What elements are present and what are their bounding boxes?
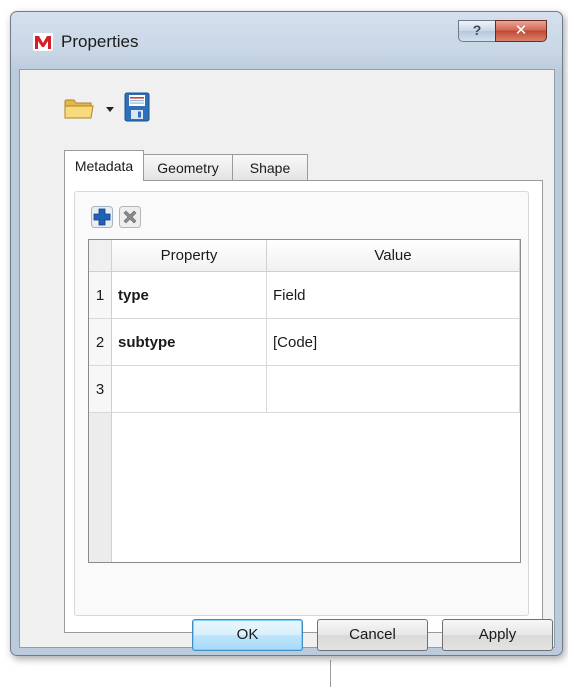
folder-open-icon[interactable] xyxy=(64,96,94,120)
row-number[interactable]: 2 xyxy=(89,319,112,366)
table-cell-value[interactable] xyxy=(267,366,520,413)
properties-table: Property Value 1 type Field 2 subtype [C… xyxy=(88,239,521,563)
close-button[interactable]: ✕ xyxy=(495,20,547,42)
metadata-panel: Property Value 1 type Field 2 subtype [C… xyxy=(64,180,543,633)
desktop-divider xyxy=(330,660,331,687)
properties-dialog: Properties ? ✕ Metadata Geometry Shape P… xyxy=(10,11,563,656)
properties-group: Property Value 1 type Field 2 subtype [C… xyxy=(74,191,529,616)
tab-shape[interactable]: Shape xyxy=(232,154,308,180)
ok-button[interactable]: OK xyxy=(192,619,303,651)
column-header-value[interactable]: Value xyxy=(267,240,520,272)
table-cell-property[interactable] xyxy=(112,366,267,413)
row-number[interactable]: 1 xyxy=(89,272,112,319)
chevron-down-icon[interactable] xyxy=(106,107,114,112)
plus-icon[interactable] xyxy=(91,206,113,228)
help-icon: ? xyxy=(472,22,482,38)
table-cell-property[interactable]: subtype xyxy=(112,319,267,366)
cancel-button[interactable]: Cancel xyxy=(317,619,428,651)
tab-geometry[interactable]: Geometry xyxy=(143,154,233,180)
dialog-body: Metadata Geometry Shape Property Value 1… xyxy=(19,69,555,651)
table-cell-property[interactable]: type xyxy=(112,272,267,319)
title-bar[interactable]: Properties ? ✕ xyxy=(11,12,562,70)
delete-x-icon[interactable] xyxy=(119,206,141,228)
row-number[interactable]: 3 xyxy=(89,366,112,413)
floppy-save-icon[interactable] xyxy=(124,92,150,122)
apply-button[interactable]: Apply xyxy=(442,619,553,651)
desktop: Properties ? ✕ Metadata Geometry Shape P… xyxy=(0,0,568,687)
close-icon: ✕ xyxy=(514,22,528,39)
app-logo-icon xyxy=(33,33,53,51)
help-button[interactable]: ? xyxy=(458,20,496,42)
table-corner[interactable] xyxy=(89,240,112,272)
table-cell-value[interactable]: [Code] xyxy=(267,319,520,366)
window-title: Properties xyxy=(61,32,139,51)
column-header-property[interactable]: Property xyxy=(112,240,267,272)
tab-metadata[interactable]: Metadata xyxy=(64,150,144,181)
table-cell-value[interactable]: Field xyxy=(267,272,520,319)
